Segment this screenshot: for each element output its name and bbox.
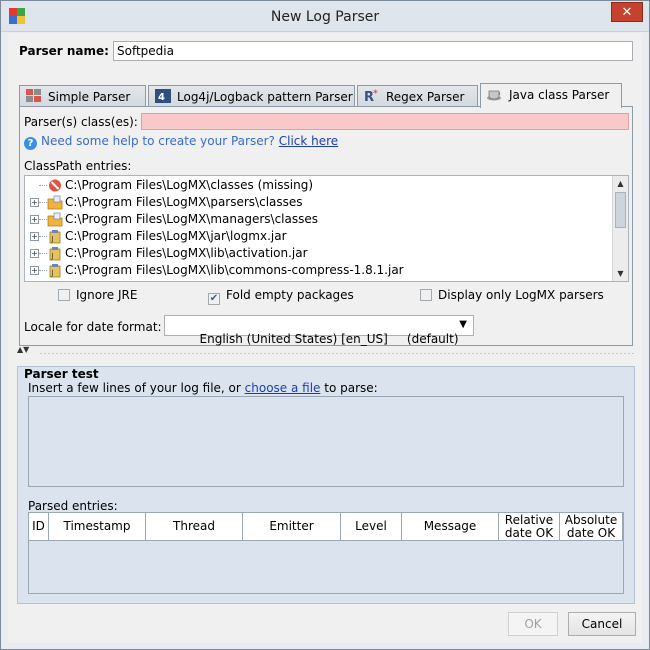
splitter-grip[interactable] bbox=[39, 352, 635, 355]
checkbox-label: Fold empty packages bbox=[226, 288, 354, 302]
checkbox-icon[interactable] bbox=[58, 289, 70, 301]
click-here-link[interactable]: Click here bbox=[279, 134, 338, 148]
parser-classes-label: Parser(s) class(es): bbox=[24, 115, 138, 129]
column-header-level[interactable]: Level bbox=[341, 513, 402, 541]
chevron-down-icon[interactable]: ▼ bbox=[459, 319, 467, 330]
svg-text:4: 4 bbox=[158, 92, 165, 103]
locale-value: English (United States) [en_US] (default… bbox=[199, 332, 459, 346]
grid-icon bbox=[26, 89, 42, 103]
column-header-absolute-date-ok[interactable]: Absolute date OK bbox=[560, 513, 623, 541]
fold-empty-packages-checkbox[interactable]: ✔ Fold empty packages bbox=[208, 288, 354, 305]
display-only-logmx-parsers-checkbox[interactable]: Display only LogMX parsers bbox=[420, 288, 604, 302]
parser-name-label: Parser name: bbox=[19, 44, 109, 58]
scroll-up-icon[interactable]: ▲ bbox=[613, 176, 628, 191]
tree-connector bbox=[39, 270, 47, 271]
checkbox-label: Ignore JRE bbox=[76, 288, 138, 302]
jar-icon: J bbox=[47, 246, 63, 261]
svg-text:J: J bbox=[51, 252, 54, 260]
expand-icon[interactable]: + bbox=[30, 215, 39, 224]
column-header-thread[interactable]: Thread bbox=[146, 513, 243, 541]
expand-icon[interactable]: + bbox=[30, 198, 39, 207]
classpath-entry: C:\Program Files\LogMX\classes (missing) bbox=[65, 178, 314, 192]
java-class-parser-panel: Parser(s) class(es): SOFTPEDIA ?Need som… bbox=[19, 106, 633, 346]
folder-icon bbox=[47, 212, 63, 227]
column-header-timestamp[interactable]: Timestamp bbox=[49, 513, 146, 541]
new-log-parser-window: New Log Parser ✕ Parser name: Simple Par… bbox=[0, 0, 650, 650]
column-header-relative-date-ok[interactable]: Relative date OK bbox=[499, 513, 560, 541]
parser-classes-input[interactable] bbox=[141, 113, 629, 130]
column-header-emitter[interactable]: Emitter bbox=[243, 513, 341, 541]
ignore-jre-checkbox[interactable]: Ignore JRE bbox=[58, 288, 137, 302]
classpath-entry: C:\Program Files\LogMX\lib\commons-compr… bbox=[65, 263, 404, 277]
classpath-label: ClassPath entries: bbox=[24, 159, 132, 173]
tab-regex-parser[interactable]: R * Regex Parser bbox=[357, 85, 478, 107]
tab-label: Java class Parser bbox=[509, 88, 610, 102]
checkbox-icon[interactable] bbox=[420, 289, 432, 301]
insert-instructions: Insert a few lines of your log file, or … bbox=[28, 381, 378, 395]
classpath-entry: C:\Program Files\LogMX\managers\classes bbox=[65, 212, 318, 226]
tab-simple-parser[interactable]: Simple Parser bbox=[19, 85, 146, 107]
tab-log4j-parser[interactable]: 4 Log4j/Logback pattern Parser bbox=[148, 85, 355, 107]
expand-icon[interactable]: + bbox=[30, 266, 39, 275]
classpath-entry: C:\Program Files\LogMX\lib\activation.ja… bbox=[65, 246, 308, 260]
locale-label: Locale for date format: bbox=[24, 320, 162, 334]
tree-connector bbox=[39, 219, 47, 220]
scroll-thumb[interactable] bbox=[615, 192, 626, 228]
choose-file-link[interactable]: choose a file bbox=[245, 381, 321, 395]
svg-text:J: J bbox=[51, 235, 54, 243]
close-button[interactable]: ✕ bbox=[611, 2, 643, 22]
svg-text:*: * bbox=[373, 89, 378, 99]
cancel-button[interactable]: Cancel bbox=[568, 612, 636, 636]
window-title: New Log Parser bbox=[270, 9, 380, 25]
tab-java-class-parser[interactable]: Java class Parser bbox=[480, 83, 622, 108]
classpath-list[interactable]: C:\Program Files\LogMX\classes (missing)… bbox=[24, 175, 629, 282]
locale-dropdown[interactable]: English (United States) [en_US] (default… bbox=[164, 315, 474, 346]
parser-test-panel: Parser test Insert a few lines of your l… bbox=[17, 366, 635, 604]
tab-label: Regex Parser bbox=[386, 90, 465, 104]
missing-icon bbox=[47, 178, 63, 193]
expand-icon[interactable]: + bbox=[30, 232, 39, 241]
tab-label: Simple Parser bbox=[48, 90, 131, 104]
column-header-message[interactable]: Message bbox=[402, 513, 499, 541]
classpath-entry: C:\Program Files\LogMX\jar\logmx.jar bbox=[65, 229, 287, 243]
tree-connector bbox=[39, 236, 47, 237]
ok-button[interactable]: OK bbox=[508, 612, 558, 636]
help-row: ? Need some help to create your Parser? C… bbox=[24, 134, 338, 150]
svg-text:J: J bbox=[51, 269, 54, 277]
regex-icon: R * bbox=[364, 89, 380, 105]
tree-connector bbox=[39, 202, 47, 203]
log-lines-textarea[interactable] bbox=[28, 396, 624, 487]
checkmark-icon[interactable]: ✔ bbox=[208, 293, 220, 305]
help-icon: ? bbox=[24, 137, 37, 150]
column-header-id[interactable]: ID bbox=[29, 513, 49, 541]
help-text: Need some help to create your Parser? bbox=[41, 134, 275, 148]
parsed-entries-label: Parsed entries: bbox=[28, 499, 118, 513]
folder-icon bbox=[47, 195, 63, 210]
tab-label: Log4j/Logback pattern Parser bbox=[177, 90, 353, 104]
jar-icon: J bbox=[47, 229, 63, 244]
tree-connector bbox=[39, 253, 47, 254]
insert-prefix: Insert a few lines of your log file, or bbox=[28, 381, 241, 395]
parser-test-title: Parser test bbox=[24, 367, 99, 381]
title-bar[interactable]: New Log Parser ✕ bbox=[1, 1, 649, 32]
classpath-entry: C:\Program Files\LogMX\parsers\classes bbox=[65, 195, 303, 209]
scroll-down-icon[interactable]: ▼ bbox=[613, 266, 628, 281]
insert-suffix: to parse: bbox=[324, 381, 378, 395]
classpath-scrollbar[interactable]: ▲ ▼ bbox=[612, 176, 628, 281]
expand-icon[interactable]: + bbox=[30, 249, 39, 258]
coffee-cup-icon bbox=[487, 87, 503, 101]
jar-icon: J bbox=[47, 263, 63, 278]
parser-name-input[interactable] bbox=[113, 41, 633, 61]
panel-splitter[interactable]: ▲▼ bbox=[15, 345, 635, 356]
parsed-entries-table[interactable]: ID Timestamp Thread Emitter Level Messag… bbox=[28, 512, 624, 594]
checkbox-label: Display only LogMX parsers bbox=[438, 288, 604, 302]
dialog-content: Parser name: Simple Parser 4 Log4j/Logba… bbox=[8, 33, 642, 643]
parser-type-tabs: Simple Parser 4 Log4j/Logback pattern Pa… bbox=[19, 83, 631, 108]
tree-connector bbox=[39, 185, 47, 186]
collapse-arrows-icon[interactable]: ▲▼ bbox=[17, 345, 29, 354]
log4j-icon: 4 bbox=[155, 89, 171, 103]
